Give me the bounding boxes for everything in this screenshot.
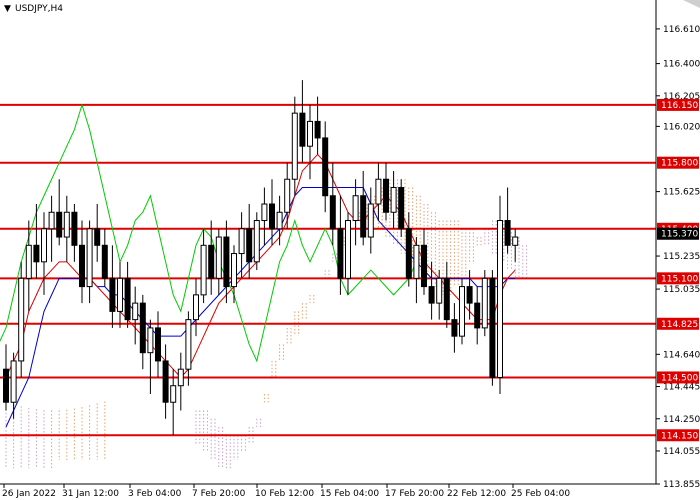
candle-body [147, 327, 154, 354]
candle-body [405, 228, 412, 279]
y-tick-label: 114.640 [663, 350, 700, 360]
candle-body [101, 244, 108, 279]
candle-body [512, 236, 519, 246]
candle-body [185, 319, 192, 370]
current-price-label: 115.370 [661, 230, 698, 240]
candle-body [413, 244, 420, 279]
candle-body [10, 360, 17, 403]
candle-body [208, 244, 215, 279]
candle-body [25, 244, 32, 279]
candle-body [124, 277, 131, 321]
candle-body [421, 244, 427, 288]
y-tick-label: 116.400 [663, 60, 700, 70]
candle-body [390, 186, 397, 213]
y-axis: 116.610116.400116.205116.020115.625115.2… [656, 25, 700, 490]
candle-body [86, 228, 93, 288]
y-tick-label: 115.235 [663, 252, 700, 262]
candle-body [436, 277, 443, 304]
x-tick-label: 3 Feb 04:00 [128, 489, 182, 499]
candle-body [314, 120, 321, 139]
y-tick-label: 114.250 [663, 415, 700, 425]
candle-body [48, 211, 55, 230]
candle-body [3, 368, 9, 403]
candle-body [284, 178, 291, 213]
level-tag-label: 114.500 [661, 373, 698, 383]
x-tick-label: 15 Feb 04:00 [320, 489, 379, 499]
candle-body [215, 236, 222, 279]
x-tick-label: 31 Jan 12:00 [62, 489, 119, 499]
chart-title: USDJPY,H4 [15, 4, 63, 14]
y-tick-label: 115.035 [663, 285, 700, 295]
candle-body [269, 203, 275, 230]
candle-body [18, 277, 25, 362]
candle-body [200, 244, 207, 296]
candle-body [193, 294, 199, 321]
y-tick-label: 113.855 [663, 480, 700, 490]
x-tick-label: 22 Feb 12:00 [447, 489, 506, 499]
candle-body [94, 228, 101, 246]
level-tag-label: 114.825 [661, 320, 698, 330]
candle-body [489, 277, 496, 378]
candle-body [322, 137, 329, 197]
x-tick-label: 7 Feb 20:00 [192, 489, 246, 499]
y-tick-label: 114.055 [663, 447, 700, 457]
candle-body [337, 228, 344, 279]
candle-body [56, 211, 63, 238]
level-tag-label: 115.800 [661, 159, 698, 169]
y-tick-label: 116.610 [663, 25, 700, 35]
candle-body [231, 253, 237, 288]
x-tick-label: 10 Feb 12:00 [255, 489, 314, 499]
price-chart[interactable]: 116.610116.400116.205116.020115.625115.2… [0, 0, 700, 500]
y-tick-label: 115.625 [663, 188, 700, 198]
y-tick-label: 116.020 [663, 122, 700, 132]
candle-body [451, 319, 458, 337]
candle-body [63, 211, 70, 238]
candle-body [291, 112, 298, 180]
candle-body [307, 120, 313, 147]
candle-body [360, 195, 367, 238]
candle-body [238, 228, 245, 255]
candle-body [329, 195, 336, 230]
candle-body [299, 112, 306, 147]
candle-body [474, 302, 481, 329]
candle-body [375, 178, 382, 205]
candle-body [504, 220, 511, 246]
candle-body [41, 228, 47, 263]
x-tick-label: 25 Feb 04:00 [511, 489, 570, 499]
candle-body [497, 220, 503, 378]
candle-body [398, 186, 405, 230]
candle-body [367, 203, 374, 238]
candle-body [170, 385, 177, 403]
candle-body [33, 244, 40, 263]
candle-body [345, 220, 351, 279]
candle-body [383, 178, 389, 213]
candle-body [132, 302, 139, 321]
candle-body [71, 211, 78, 246]
candle-body [466, 286, 473, 304]
candle-body [428, 286, 435, 304]
candle-body [155, 327, 161, 362]
candle-body [276, 211, 283, 230]
candle-body [117, 277, 123, 312]
x-tick-label: 26 Jan 2022 [2, 489, 56, 499]
level-tag-label: 116.150 [661, 101, 698, 111]
level-tag-label: 114.150 [661, 431, 698, 441]
x-tick-label: 17 Feb 20:00 [385, 489, 444, 499]
candle-body [79, 244, 85, 288]
candle-body [481, 277, 488, 329]
candle-body [459, 286, 465, 337]
candle-body [246, 228, 253, 263]
candle-body [109, 277, 116, 312]
candle-body [177, 368, 184, 387]
level-tag-label: 115.100 [661, 274, 698, 284]
dropdown-triangle-icon[interactable]: ▼ [4, 4, 11, 14]
y-tick-label: 114.445 [663, 383, 700, 393]
candle-body [253, 220, 260, 263]
candle-body [139, 302, 146, 354]
candle-body [352, 195, 359, 222]
candle-body [261, 203, 268, 222]
candle-body [162, 360, 169, 403]
candle-body [223, 236, 230, 288]
candle-body [443, 277, 450, 321]
